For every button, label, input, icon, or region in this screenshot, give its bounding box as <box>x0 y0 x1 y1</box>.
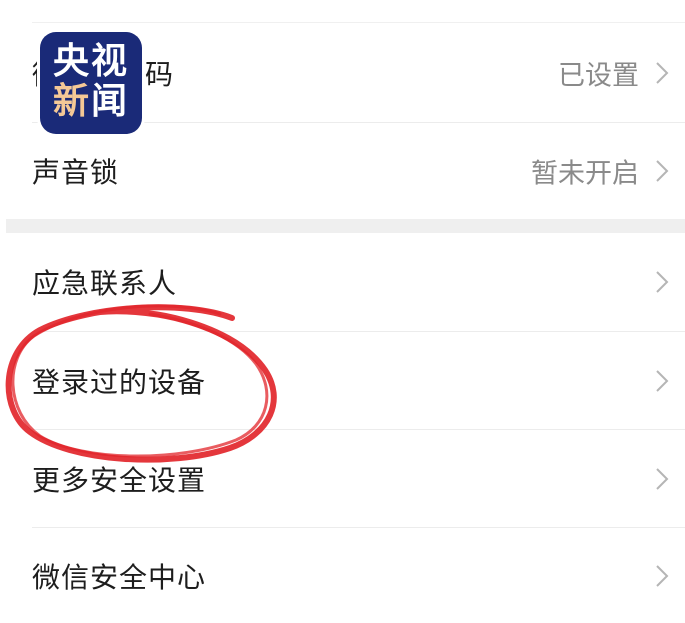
settings-row-label: 微信安全中心 <box>32 560 207 594</box>
section-gap <box>6 219 685 233</box>
chevron-right-icon <box>656 160 669 182</box>
settings-row-label: 登录过的设备 <box>32 365 207 399</box>
chevron-right-icon <box>656 271 669 293</box>
logo-line-2: 新闻 <box>52 81 130 122</box>
settings-row-value: 已设置 <box>558 60 639 92</box>
settings-row-label: 应急联系人 <box>32 267 178 300</box>
settings-row-voice-lock[interactable]: 声音锁 暂未开启 <box>0 123 685 219</box>
settings-row-more-security[interactable]: 更多安全设置 <box>0 430 685 527</box>
settings-row-value: 暂未开启 <box>531 158 639 190</box>
settings-row-emergency-contacts[interactable]: 应急联系人 <box>0 233 685 331</box>
chevron-right-icon <box>656 564 669 587</box>
chevron-right-icon <box>656 369 669 392</box>
settings-row-label: 声音锁 <box>32 156 120 189</box>
logo-line-1: 央视 <box>52 41 129 82</box>
settings-row-label: 更多安全设置 <box>32 463 207 497</box>
settings-row-logged-devices[interactable]: 登录过的设备 <box>0 332 685 429</box>
cctv-news-logo: 央视 新闻 <box>40 32 142 134</box>
top-divider <box>32 22 685 23</box>
settings-row-wechat-security-center[interactable]: 微信安全中心 <box>0 528 685 623</box>
chevron-right-icon <box>656 62 669 84</box>
chevron-right-icon <box>656 467 669 490</box>
